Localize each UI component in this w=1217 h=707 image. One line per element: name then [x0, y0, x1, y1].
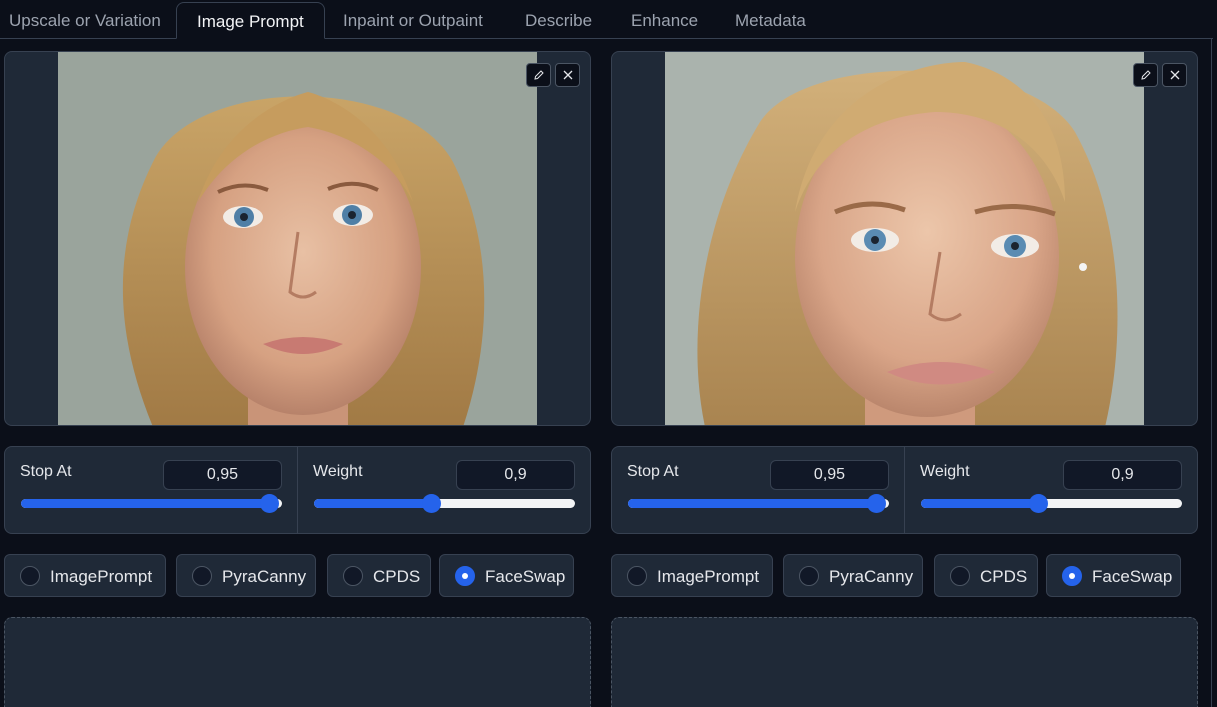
- radio-indicator: [799, 566, 819, 586]
- pencil-icon: [533, 70, 544, 80]
- radio-label: ImagePrompt: [657, 567, 760, 586]
- clear-image-button-1[interactable]: [555, 63, 580, 87]
- close-icon: [563, 70, 572, 80]
- radio-indicator: [627, 566, 647, 586]
- image-dropzone-1[interactable]: [4, 617, 591, 707]
- radio-pyracanny[interactable]: PyraCanny: [783, 554, 923, 597]
- slider-divider: [904, 447, 905, 533]
- radio-indicator: [455, 566, 475, 586]
- stop-at-label: Stop At: [20, 463, 72, 480]
- weight-label: Weight: [313, 463, 363, 480]
- radio-label: PyraCanny: [829, 567, 914, 586]
- tab-image-prompt[interactable]: Image Prompt: [176, 2, 325, 39]
- radio-indicator: [950, 566, 970, 586]
- tab-metadata[interactable]: Metadata: [735, 2, 806, 39]
- radio-faceswap[interactable]: FaceSwap: [439, 554, 574, 597]
- portrait-image-1: [58, 52, 537, 425]
- image-upload-1[interactable]: [4, 51, 591, 426]
- pencil-icon: [1140, 70, 1151, 80]
- stop-at-slider[interactable]: [21, 494, 282, 513]
- edit-image-button-1[interactable]: [526, 63, 551, 87]
- slider-thumb[interactable]: [866, 494, 886, 513]
- radio-label: FaceSwap: [1092, 567, 1173, 586]
- radio-indicator: [20, 566, 40, 586]
- slider-fill: [21, 499, 269, 508]
- radio-label: PyraCanny: [222, 567, 307, 586]
- slider-fill: [921, 499, 1039, 508]
- radio-indicator: [192, 566, 212, 586]
- portrait-image-2: [665, 52, 1144, 425]
- content-border: [1211, 38, 1212, 707]
- image-upload-2[interactable]: [611, 51, 1198, 426]
- slider-fill: [628, 499, 876, 508]
- slider-thumb[interactable]: [1029, 494, 1049, 513]
- radio-label: ImagePrompt: [50, 567, 153, 586]
- radio-label: CPDS: [980, 567, 1028, 586]
- radio-label: CPDS: [373, 567, 421, 586]
- stop-at-input[interactable]: 0,95: [770, 460, 889, 490]
- slider-fill: [314, 499, 432, 508]
- tab-inpaint-or-outpaint[interactable]: Inpaint or Outpaint: [343, 2, 483, 39]
- radio-imageprompt[interactable]: ImagePrompt: [611, 554, 773, 597]
- radio-imageprompt[interactable]: ImagePrompt: [4, 554, 166, 597]
- radio-indicator: [343, 566, 363, 586]
- stop-at-slider[interactable]: [628, 494, 889, 513]
- clear-image-button-2[interactable]: [1162, 63, 1187, 87]
- weight-slider[interactable]: [921, 494, 1182, 513]
- edit-image-button-2[interactable]: [1133, 63, 1158, 87]
- tab-enhance[interactable]: Enhance: [631, 2, 698, 39]
- radio-cpds[interactable]: CPDS: [934, 554, 1038, 597]
- radio-indicator: [1062, 566, 1082, 586]
- slider-divider: [297, 447, 298, 533]
- tab-bar: Upscale or Variation Image Prompt Inpain…: [0, 0, 1217, 40]
- close-icon: [1170, 70, 1179, 80]
- radio-pyracanny[interactable]: PyraCanny: [176, 554, 316, 597]
- weight-input[interactable]: 0,9: [456, 460, 575, 490]
- radio-cpds[interactable]: CPDS: [327, 554, 431, 597]
- slider-thumb[interactable]: [422, 494, 442, 513]
- stop-at-label: Stop At: [627, 463, 679, 480]
- tab-describe[interactable]: Describe: [525, 2, 592, 39]
- tab-upscale-or-variation[interactable]: Upscale or Variation: [9, 2, 161, 39]
- stop-at-input[interactable]: 0,95: [163, 460, 282, 490]
- slider-panel-2: Stop At 0,95 Weight 0,9: [611, 446, 1198, 534]
- weight-slider[interactable]: [314, 494, 575, 513]
- radio-label: FaceSwap: [485, 567, 566, 586]
- slider-thumb[interactable]: [259, 494, 279, 513]
- image-dropzone-2[interactable]: [611, 617, 1198, 707]
- slider-panel-1: Stop At 0,95 Weight 0,9: [4, 446, 591, 534]
- radio-faceswap[interactable]: FaceSwap: [1046, 554, 1181, 597]
- weight-label: Weight: [920, 463, 970, 480]
- weight-input[interactable]: 0,9: [1063, 460, 1182, 490]
